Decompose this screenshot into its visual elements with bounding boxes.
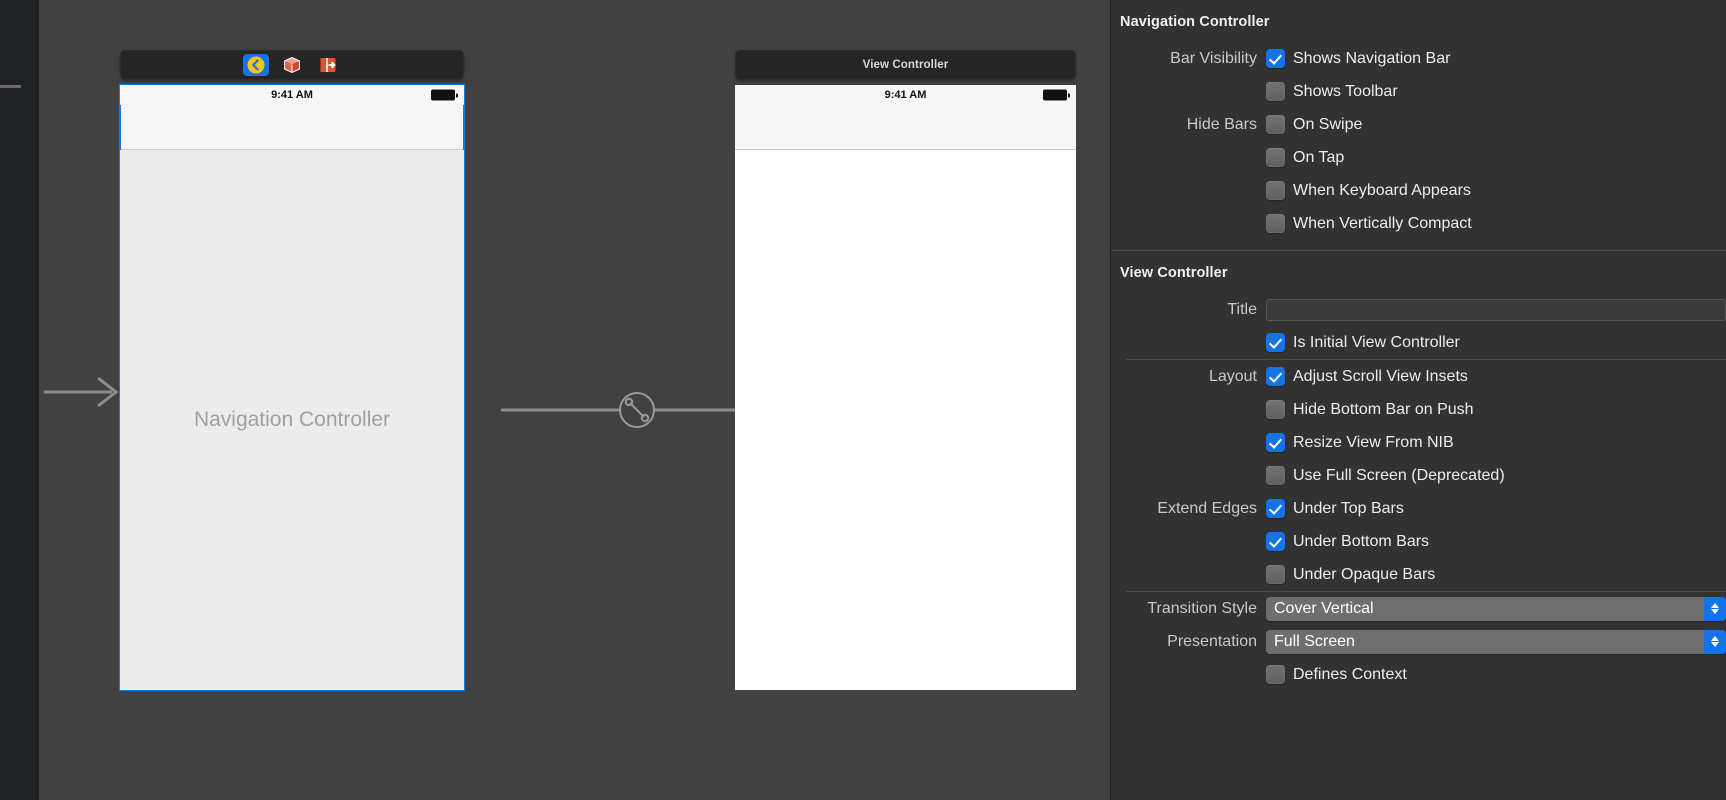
scene-dock-view-controller[interactable]: View Controller bbox=[735, 50, 1076, 80]
label-adjust-scroll-view-insets: Adjust Scroll View Insets bbox=[1293, 367, 1468, 385]
section-navigation-controller: Navigation Controller Bar Visibility Sho… bbox=[1111, 0, 1726, 240]
checkbox-when-vertically-compact[interactable] bbox=[1266, 214, 1285, 233]
label-bar-visibility: Bar Visibility bbox=[1170, 49, 1257, 67]
status-bar-time: 9:41 AM bbox=[884, 89, 927, 101]
row-under-bottom-bars[interactable]: Under Bottom Bars bbox=[1111, 525, 1726, 558]
content-view-view-controller[interactable] bbox=[735, 150, 1076, 690]
title-input[interactable] bbox=[1266, 298, 1726, 321]
label-shows-navigation-bar: Shows Navigation Bar bbox=[1293, 49, 1451, 67]
row-resize-view-from-nib[interactable]: Resize View From NIB bbox=[1111, 426, 1726, 459]
label-use-full-screen-deprecated: Use Full Screen (Deprecated) bbox=[1293, 466, 1505, 484]
content-view-navigation-controller[interactable]: Navigation Controller bbox=[120, 150, 464, 690]
transition-style-value: Cover Vertical bbox=[1274, 599, 1374, 617]
presentation-popup[interactable]: Full Screen bbox=[1266, 629, 1726, 654]
checkbox-on-tap[interactable] bbox=[1266, 148, 1285, 167]
section-title-view-controller: View Controller bbox=[1120, 265, 1228, 281]
row-defines-context[interactable]: Defines Context bbox=[1111, 658, 1726, 691]
navigation-bar[interactable] bbox=[120, 105, 464, 149]
row-transition-style[interactable]: Transition Style Cover Vertical bbox=[1111, 592, 1726, 625]
checkbox-shows-navigation-bar[interactable] bbox=[1266, 49, 1285, 68]
row-is-initial-view-controller[interactable]: Is Initial View Controller bbox=[1111, 326, 1726, 359]
initial-view-controller-arrow bbox=[44, 372, 124, 412]
battery-icon bbox=[1043, 89, 1070, 101]
checkbox-adjust-scroll-view-insets[interactable] bbox=[1266, 367, 1285, 386]
label-is-initial-view-controller: Is Initial View Controller bbox=[1293, 333, 1460, 351]
label-layout: Layout bbox=[1208, 367, 1257, 385]
row-extend-edges-under-top-bars[interactable]: Extend Edges Under Top Bars bbox=[1111, 492, 1726, 525]
checkbox-hide-bottom-bar-on-push[interactable] bbox=[1266, 400, 1285, 419]
label-defines-context: Defines Context bbox=[1293, 665, 1407, 683]
back-chevron-icon[interactable] bbox=[243, 54, 269, 76]
label-when-vertically-compact: When Vertically Compact bbox=[1293, 214, 1472, 232]
row-hide-bars-on-tap[interactable]: On Tap bbox=[1111, 141, 1726, 174]
relationship-segue-connector[interactable] bbox=[501, 390, 773, 430]
checkbox-use-full-screen-deprecated[interactable] bbox=[1266, 466, 1285, 485]
row-layout-adjust-scroll-view-insets[interactable]: Layout Adjust Scroll View Insets bbox=[1111, 360, 1726, 393]
label-title: Title bbox=[1227, 300, 1257, 318]
row-hide-bars-when-vertically-compact[interactable]: When Vertically Compact bbox=[1111, 207, 1726, 240]
placeholder-label: Navigation Controller bbox=[193, 408, 391, 431]
first-responder-cube-icon[interactable] bbox=[279, 54, 305, 76]
status-bar: 9:41 AM bbox=[120, 85, 464, 105]
checkbox-defines-context[interactable] bbox=[1266, 665, 1285, 684]
attributes-inspector-panel[interactable]: Navigation Controller Bar Visibility Sho… bbox=[1110, 0, 1726, 800]
label-extend-edges: Extend Edges bbox=[1157, 499, 1257, 517]
scene-dock-title: View Controller bbox=[862, 59, 949, 71]
label-under-top-bars: Under Top Bars bbox=[1293, 499, 1404, 517]
checkbox-under-opaque-bars[interactable] bbox=[1266, 565, 1285, 584]
scene-navigation-controller[interactable]: 9:41 AM Navigation Controller bbox=[119, 50, 465, 691]
label-shows-toolbar: Shows Toolbar bbox=[1293, 82, 1398, 100]
label-under-opaque-bars: Under Opaque Bars bbox=[1293, 565, 1436, 583]
battery-icon bbox=[431, 89, 458, 101]
label-on-tap: On Tap bbox=[1293, 148, 1345, 166]
section-title-navigation-controller: Navigation Controller bbox=[1120, 14, 1270, 30]
device-preview-view-controller[interactable]: 9:41 AM bbox=[735, 85, 1076, 690]
section-view-controller: View Controller Title Is Initial View Co… bbox=[1111, 251, 1726, 691]
top-inset-area bbox=[735, 105, 1076, 149]
status-bar: 9:41 AM bbox=[735, 85, 1076, 105]
xcode-interface-builder-window: 9:41 AM Navigation Controller View Contr… bbox=[0, 0, 1726, 800]
row-hide-bars-on-swipe[interactable]: Hide Bars On Swipe bbox=[1111, 108, 1726, 141]
device-preview-navigation-controller[interactable]: 9:41 AM Navigation Controller bbox=[119, 84, 465, 691]
row-hide-bottom-bar-on-push[interactable]: Hide Bottom Bar on Push bbox=[1111, 393, 1726, 426]
status-bar-time: 9:41 AM bbox=[271, 89, 313, 101]
row-bar-visibility-shows-navigation-bar[interactable]: Bar Visibility Shows Navigation Bar bbox=[1111, 42, 1726, 75]
checkbox-under-bottom-bars[interactable] bbox=[1266, 532, 1285, 551]
chevron-updown-icon[interactable] bbox=[1704, 596, 1726, 621]
label-hide-bottom-bar-on-push: Hide Bottom Bar on Push bbox=[1293, 400, 1474, 418]
label-under-bottom-bars: Under Bottom Bars bbox=[1293, 532, 1430, 550]
transition-style-popup[interactable]: Cover Vertical bbox=[1266, 596, 1726, 621]
label-when-keyboard-appears: When Keyboard Appears bbox=[1293, 181, 1471, 199]
rail-divider bbox=[0, 85, 21, 88]
scene-view-controller[interactable]: View Controller 9:41 AM bbox=[735, 50, 1076, 690]
presentation-value: Full Screen bbox=[1274, 632, 1355, 650]
row-use-full-screen-deprecated[interactable]: Use Full Screen (Deprecated) bbox=[1111, 459, 1726, 492]
label-transition-style: Transition Style bbox=[1147, 599, 1257, 617]
exit-segue-icon[interactable] bbox=[315, 54, 341, 76]
row-under-opaque-bars[interactable]: Under Opaque Bars bbox=[1111, 558, 1726, 591]
scene-dock-navigation-controller[interactable] bbox=[120, 50, 464, 80]
checkbox-on-swipe[interactable] bbox=[1266, 115, 1285, 134]
checkbox-shows-toolbar[interactable] bbox=[1266, 82, 1285, 101]
left-navigator-strip bbox=[0, 0, 39, 800]
row-title[interactable]: Title bbox=[1111, 293, 1726, 326]
label-resize-view-from-nib: Resize View From NIB bbox=[1293, 433, 1454, 451]
row-hide-bars-when-keyboard-appears[interactable]: When Keyboard Appears bbox=[1111, 174, 1726, 207]
chevron-updown-icon[interactable] bbox=[1704, 629, 1726, 654]
label-hide-bars: Hide Bars bbox=[1186, 115, 1257, 133]
label-presentation: Presentation bbox=[1167, 632, 1257, 650]
label-on-swipe: On Swipe bbox=[1293, 115, 1363, 133]
checkbox-resize-view-from-nib[interactable] bbox=[1266, 433, 1285, 452]
checkbox-is-initial-view-controller[interactable] bbox=[1266, 333, 1285, 352]
row-presentation[interactable]: Presentation Full Screen bbox=[1111, 625, 1726, 658]
checkbox-when-keyboard-appears[interactable] bbox=[1266, 181, 1285, 200]
checkbox-under-top-bars[interactable] bbox=[1266, 499, 1285, 518]
row-shows-toolbar[interactable]: Shows Toolbar bbox=[1111, 75, 1726, 108]
storyboard-canvas[interactable]: 9:41 AM Navigation Controller View Contr… bbox=[39, 0, 1110, 800]
